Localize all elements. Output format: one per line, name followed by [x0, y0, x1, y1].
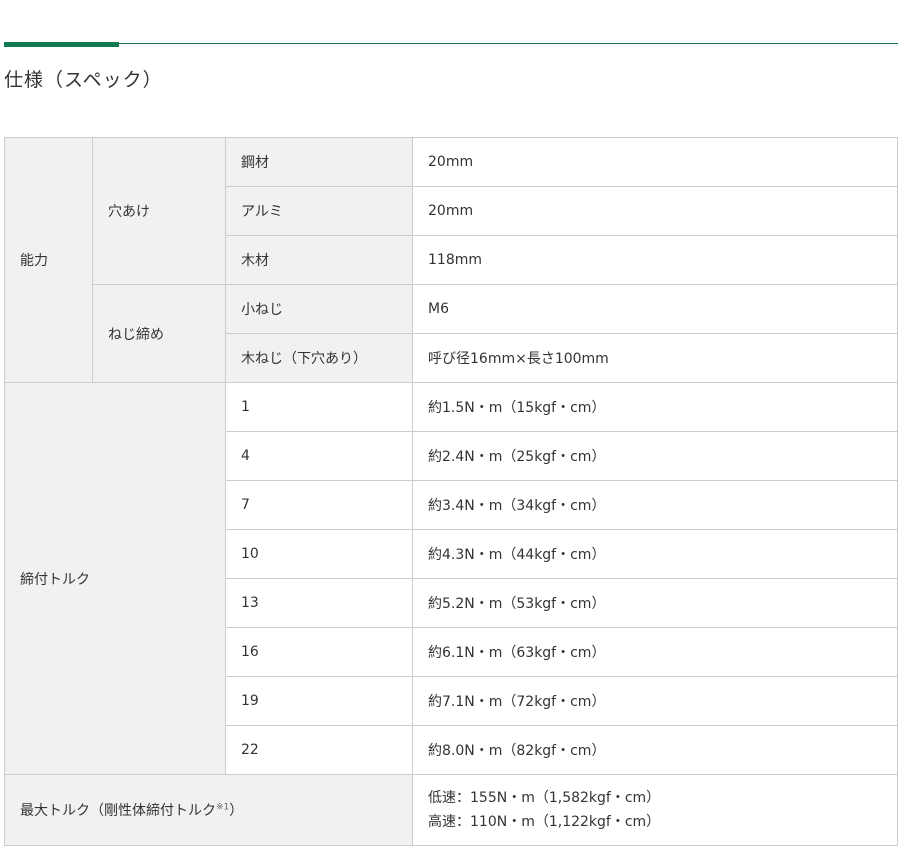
table-row: 最大トルク（剛性体締付トルク※1） 低速：155N・m（1,582kgf・cm）… [4, 774, 898, 846]
torque-value: 約4.3N・m（44kgf・cm） [412, 529, 898, 579]
torque-value: 約7.1N・m（72kgf・cm） [412, 676, 898, 726]
torque-setting: 16 [225, 627, 413, 677]
torque-setting: 4 [225, 431, 413, 481]
torque-value: 約2.4N・m（25kgf・cm） [412, 431, 898, 481]
row-item: 木ねじ（下穴あり） [225, 333, 413, 383]
torque-setting: 7 [225, 480, 413, 530]
row-value: M6 [412, 284, 898, 334]
row-item: アルミ [225, 186, 413, 236]
torque-setting: 10 [225, 529, 413, 579]
row-value: 20mm [412, 137, 898, 187]
section-title: 仕様（スペック） [4, 69, 163, 91]
screwing-label: ねじ締め [92, 284, 226, 383]
row-value: 呼び径16mm×長さ100mm [412, 333, 898, 383]
torque-setting: 1 [225, 382, 413, 432]
max-torque-high: 高速：110N・m（1,122kgf・cm） [428, 814, 661, 830]
heading-accent-bar [4, 42, 119, 47]
heading-rule [4, 43, 898, 44]
table-row: ねじ締め 小ねじ M6 [5, 284, 898, 383]
max-torque-label-text: 最大トルク（剛性体締付トルク [20, 803, 216, 819]
footnote-mark: ※1 [216, 802, 230, 813]
torque-value: 約6.1N・m（63kgf・cm） [412, 627, 898, 677]
torque-value: 約1.5N・m（15kgf・cm） [412, 382, 898, 432]
row-value: 118mm [412, 235, 898, 285]
torque-value: 約5.2N・m（53kgf・cm） [412, 578, 898, 628]
torque-value: 約8.0N・m（82kgf・cm） [412, 725, 898, 775]
table-row: 能力 穴あけ 鋼材 20mm [4, 137, 898, 383]
torque-label: 締付トルク [4, 382, 226, 775]
max-torque-values: 低速：155N・m（1,582kgf・cm） 高速：110N・m（1,122kg… [412, 774, 898, 846]
spec-table: 能力 穴あけ 鋼材 20mm アルミ 20mm 木材 118mm ねじ締め 小ね… [4, 137, 898, 846]
torque-setting: 13 [225, 578, 413, 628]
row-value: 20mm [412, 186, 898, 236]
row-item: 小ねじ [225, 284, 413, 334]
drilling-label: 穴あけ [92, 137, 226, 285]
max-torque-low: 低速：155N・m（1,582kgf・cm） [428, 790, 661, 806]
torque-setting: 22 [225, 725, 413, 775]
capacity-label: 能力 [4, 137, 93, 383]
row-item: 鋼材 [225, 137, 413, 187]
max-torque-label: 最大トルク（剛性体締付トルク※1） [4, 774, 413, 846]
table-row: 締付トルク 1 約1.5N・m（15kgf・cm） [4, 382, 898, 775]
torque-setting: 19 [225, 676, 413, 726]
torque-value: 約3.4N・m（34kgf・cm） [412, 480, 898, 530]
row-item: 木材 [225, 235, 413, 285]
max-torque-label-close: ） [229, 803, 244, 819]
